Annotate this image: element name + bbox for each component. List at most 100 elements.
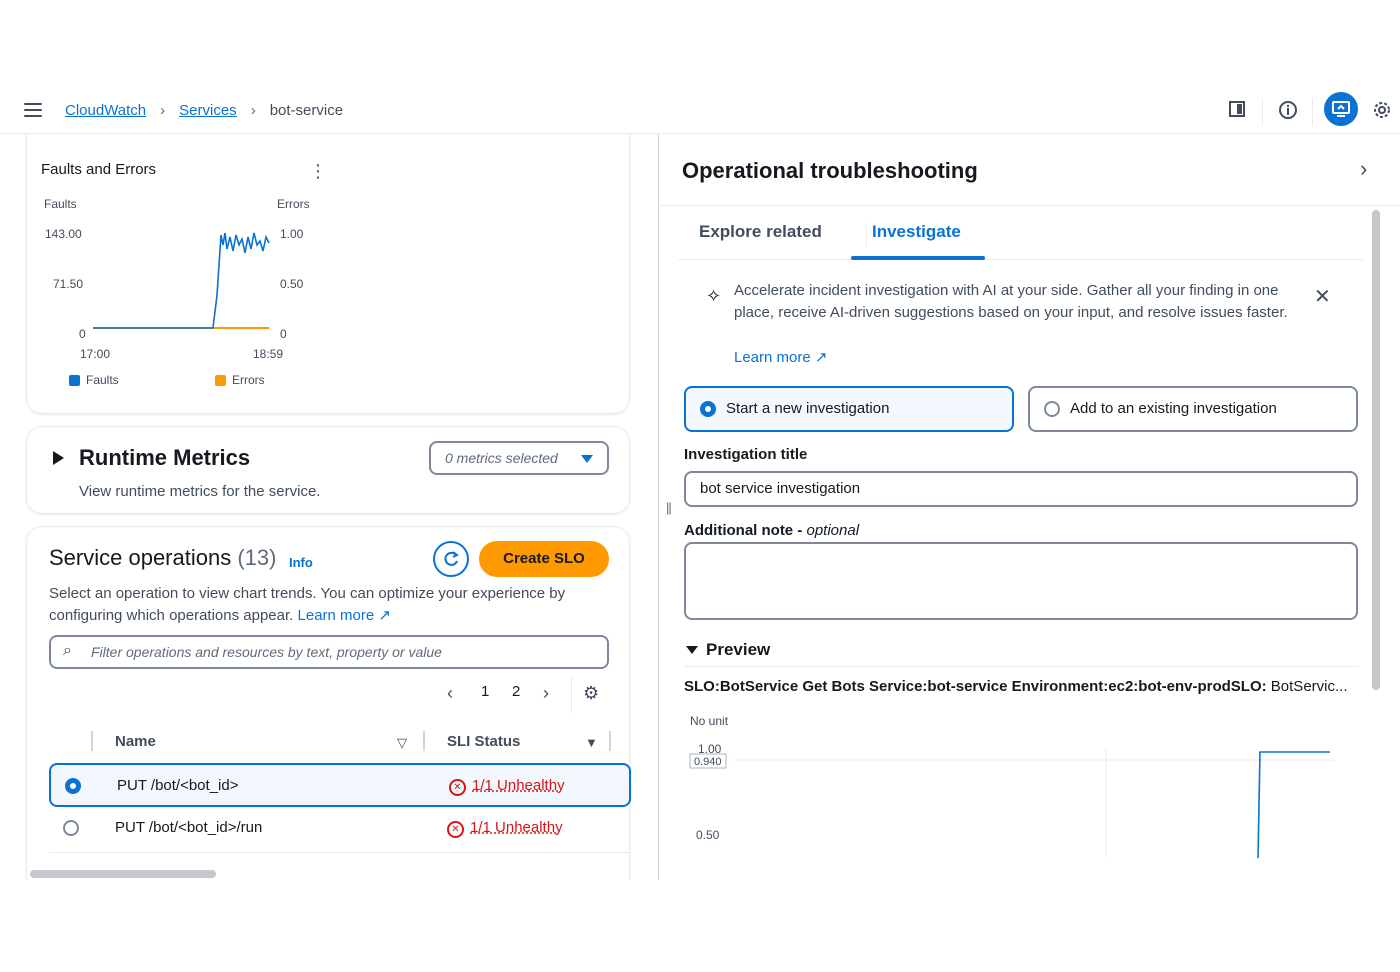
slo-metric-name: SLO:BotService Get Bots Service:bot-serv…: [684, 678, 1358, 695]
next-page-icon[interactable]: ›: [543, 683, 549, 704]
chevron-right-icon: ›: [250, 102, 256, 119]
slo-name-bold: SLO:BotService Get Bots Service:bot-serv…: [684, 678, 1267, 695]
table-row[interactable]: PUT /bot/<bot_id>/run ✕ 1/1 Unhealthy: [49, 807, 631, 851]
search-icon: ⌕: [63, 642, 72, 659]
tab-bar: Explore related Investigate: [678, 218, 1364, 260]
tab-divider: [866, 222, 867, 248]
legend-label: Faults: [86, 373, 119, 387]
additional-note-label: Additional note - optional: [684, 522, 860, 539]
sli-status[interactable]: ✕ 1/1 Unhealthy: [449, 777, 565, 796]
breadcrumb-current: bot-service: [269, 102, 344, 119]
chevron-right-icon[interactable]: ›: [1360, 156, 1367, 182]
additional-note-textarea[interactable]: [684, 542, 1358, 620]
pager-divider: [571, 677, 572, 713]
info-link[interactable]: Info: [289, 555, 313, 570]
left-tick: 71.50: [53, 277, 84, 291]
faults-series-line: [93, 232, 270, 329]
metrics-select[interactable]: 0 metrics selected: [429, 441, 609, 475]
runtime-metrics-description: View runtime metrics for the service.: [79, 483, 321, 500]
right-tick: 1.00: [280, 227, 304, 241]
no-unit-label: No unit: [690, 714, 729, 728]
ai-assistant-icon[interactable]: [1324, 92, 1358, 126]
vertical-scrollbar[interactable]: [1372, 210, 1380, 690]
radio-unselected[interactable]: [1044, 401, 1060, 417]
row-divider: [49, 852, 631, 853]
option-label: Start a new investigation: [726, 400, 890, 417]
collapse-caret-icon[interactable]: [686, 646, 698, 654]
learn-more-link[interactable]: Learn more: [298, 607, 375, 624]
column-header-sli-status[interactable]: SLI Status: [447, 733, 520, 750]
service-operations-card: Service operations (13) Info Create SLO …: [26, 526, 631, 880]
service-operations-description: Select an operation to view chart trends…: [49, 583, 609, 627]
alert-learn-more-text: Learn more: [734, 349, 811, 366]
y-tick: 0.50: [696, 828, 720, 842]
option-start-new-investigation[interactable]: Start a new investigation: [684, 386, 1014, 432]
left-tick: 143.00: [45, 227, 82, 241]
filter-operations-input[interactable]: ⌕ Filter operations and resources by tex…: [49, 635, 609, 669]
slo-name-rest: BotServic...: [1270, 678, 1348, 695]
more-options-icon[interactable]: ⋮: [309, 161, 327, 182]
menu-icon[interactable]: [24, 103, 42, 119]
refresh-button[interactable]: [433, 541, 469, 577]
preview-toggle[interactable]: Preview: [706, 640, 770, 660]
horizontal-scrollbar[interactable]: [30, 870, 216, 878]
column-divider: [423, 731, 425, 751]
metrics-select-value: 0 metrics selected: [445, 450, 558, 466]
error-icon: ✕: [449, 779, 466, 796]
alert-learn-more[interactable]: Learn more ↗: [734, 348, 827, 366]
legend-swatch: [215, 374, 226, 386]
column-header-name[interactable]: Name: [115, 733, 156, 750]
panel-title: Operational troubleshooting: [682, 158, 978, 183]
row-radio[interactable]: [63, 820, 79, 836]
info-icon[interactable]: [1276, 100, 1300, 124]
external-link-icon: ↗: [378, 607, 391, 624]
settings-icon[interactable]: [1370, 100, 1394, 124]
sort-icon[interactable]: ▽: [397, 735, 407, 751]
right-tick: 0.50: [280, 277, 304, 291]
sli-status-text: 1/1 Unhealthy: [470, 819, 563, 836]
pane-divider: [658, 134, 659, 880]
faults-errors-card: Faults and Errors ⋮ Faults Errors 143.00…: [26, 134, 630, 414]
table-settings-icon[interactable]: ⚙: [583, 683, 599, 704]
create-slo-button[interactable]: Create SLO: [479, 541, 609, 577]
operational-troubleshooting-panel: Operational troubleshooting › Explore re…: [660, 134, 1400, 880]
left-tick: 0: [79, 327, 86, 341]
breadcrumb-cloudwatch[interactable]: CloudWatch: [65, 102, 146, 119]
sli-status-text: 1/1 Unhealthy: [472, 777, 565, 794]
operation-name: PUT /bot/<bot_id>/run: [115, 819, 263, 836]
table-row[interactable]: PUT /bot/<bot_id> ✕ 1/1 Unhealthy: [49, 763, 631, 807]
option-label: Add to an existing investigation: [1070, 400, 1277, 417]
expand-caret-icon[interactable]: [53, 451, 64, 465]
operation-name: PUT /bot/<bot_id>: [117, 777, 239, 794]
sli-status[interactable]: ✕ 1/1 Unhealthy: [447, 819, 563, 838]
runtime-metrics-title[interactable]: Runtime Metrics: [79, 445, 250, 471]
service-detail-pane: Faults and Errors ⋮ Faults Errors 143.00…: [0, 134, 640, 880]
errors-axis-title: Errors: [277, 197, 310, 211]
radio-selected[interactable]: [700, 401, 716, 417]
tab-explore-related[interactable]: Explore related: [699, 222, 822, 242]
page-1[interactable]: 1: [481, 683, 489, 700]
refresh-icon: [444, 551, 459, 566]
right-tick: 0: [280, 327, 287, 341]
note-label-text: Additional note: [684, 522, 794, 539]
slo-series-line: [1257, 751, 1330, 858]
breadcrumb-services[interactable]: Services: [179, 102, 237, 119]
option-add-existing-investigation[interactable]: Add to an existing investigation: [1028, 386, 1358, 432]
service-operations-title: Service operations (13): [49, 545, 276, 571]
investigation-title-label: Investigation title: [684, 446, 808, 463]
caret-down-icon: [581, 455, 593, 463]
sort-icon[interactable]: ▼: [585, 735, 598, 750]
legend-swatch: [69, 374, 80, 386]
previous-page-icon[interactable]: ‹: [447, 683, 453, 704]
row-radio[interactable]: [65, 778, 81, 794]
filter-placeholder: Filter operations and resources by text,…: [91, 644, 442, 660]
page-2[interactable]: 2: [512, 683, 520, 700]
ai-alert-text: Accelerate incident investigation with A…: [734, 282, 1288, 321]
ops-count: (13): [237, 545, 277, 570]
panel-icon[interactable]: [1225, 100, 1249, 124]
legend-errors: Errors: [215, 373, 265, 387]
close-icon[interactable]: ✕: [1314, 284, 1331, 309]
top-navigation-bar: CloudWatch › Services › bot-service: [0, 90, 1400, 134]
tab-investigate[interactable]: Investigate: [872, 222, 961, 242]
investigation-title-input[interactable]: bot service investigation: [684, 471, 1358, 507]
